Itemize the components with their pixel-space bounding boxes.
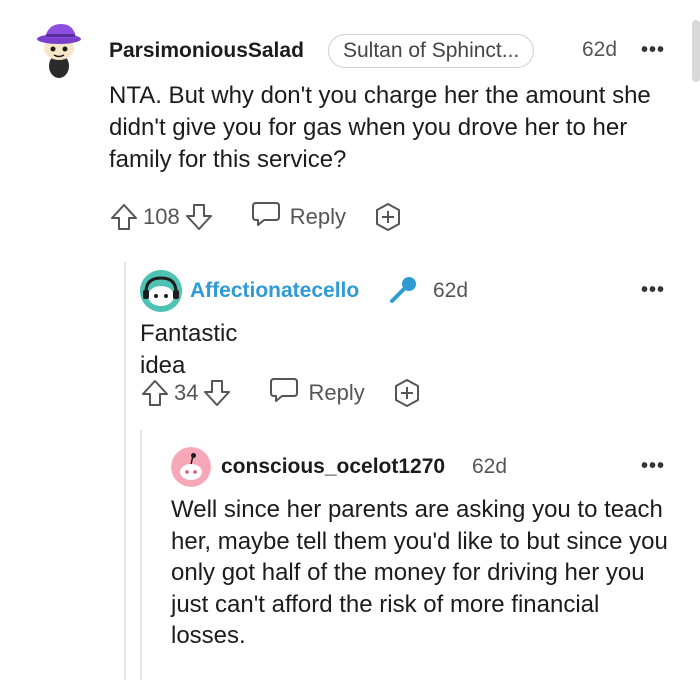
vote-count: 34 [174, 380, 199, 405]
award-icon[interactable] [372, 201, 404, 233]
comment-age: 62d [582, 38, 618, 61]
vote-count: 108 [143, 204, 180, 229]
snoo-avatar-icon [37, 24, 81, 78]
avatar[interactable] [171, 447, 211, 487]
comment-body: Fantastic idea [140, 320, 238, 379]
snoo-avatar-icon [140, 270, 182, 312]
username[interactable]: ParsimoniousSalad [109, 39, 304, 63]
avatar[interactable] [32, 18, 86, 80]
comment-body: Well since her parents are asking you to… [171, 496, 668, 649]
avatar[interactable] [140, 270, 182, 312]
username[interactable]: conscious_ocelot1270 [221, 455, 445, 479]
scrollbar-thumb[interactable] [692, 20, 700, 82]
snoo-avatar-icon [171, 447, 211, 487]
username[interactable]: Affectionatecello [190, 279, 359, 303]
reply-label: Reply [289, 204, 346, 229]
upvote-icon[interactable] [140, 378, 170, 408]
reply-button[interactable]: Reply [250, 200, 346, 234]
more-options-icon[interactable]: ••• [641, 280, 665, 300]
comment-actions: 34 Reply [140, 377, 423, 409]
user-flair: Sultan of Sphinct... [328, 34, 535, 68]
reply-icon [250, 200, 282, 234]
reply-button[interactable]: Reply [268, 376, 365, 410]
microphone-icon [387, 274, 419, 311]
reply-icon [268, 376, 300, 410]
more-options-icon[interactable]: ••• [641, 40, 665, 60]
thread-line-level-2[interactable] [140, 430, 142, 680]
reply-label: Reply [308, 380, 365, 405]
downvote-icon[interactable] [202, 378, 232, 408]
downvote-icon[interactable] [184, 202, 214, 232]
award-icon[interactable] [391, 377, 423, 409]
upvote-icon[interactable] [109, 202, 139, 232]
comment-age: 62d [433, 279, 469, 302]
comment-age: 62d [472, 455, 508, 478]
thread-line-level-1[interactable] [124, 262, 126, 680]
comment-body: NTA. But why don't you charge her the am… [109, 82, 651, 173]
comment-actions: 108 Reply [109, 201, 404, 233]
more-options-icon[interactable]: ••• [641, 456, 665, 476]
